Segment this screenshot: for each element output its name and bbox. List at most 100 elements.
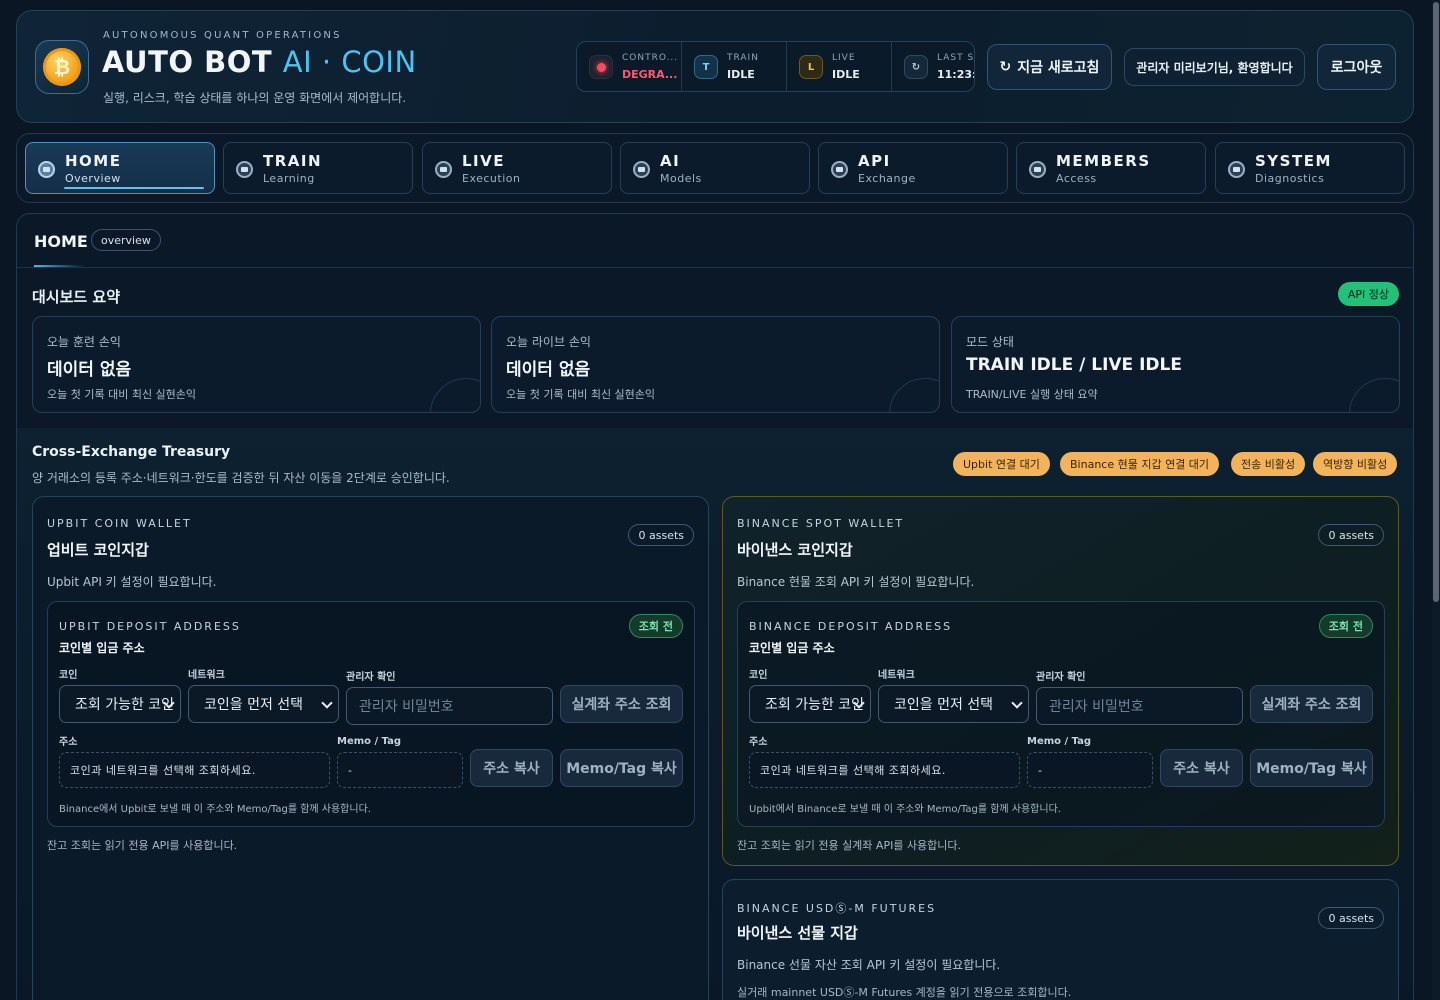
lookup-state-badge: 조회 전 (1318, 614, 1373, 638)
network-select-value: 코인을 먼저 선택 (204, 697, 304, 713)
logout-button[interactable]: 로그아웃 (1317, 44, 1396, 90)
tab-home[interactable]: HOME Overview (25, 142, 215, 194)
deposit-title: 코인별 입금 주소 (59, 641, 145, 655)
deposit-title: 코인별 입금 주소 (749, 641, 835, 655)
card-decoration (430, 378, 480, 412)
tab-api[interactable]: API Exchange (818, 142, 1008, 194)
system-gear-icon (1228, 161, 1245, 178)
wallet-note-secondary: 실거래 mainnet USDⓈ-M Futures 계정을 읽기 전용으로 조… (737, 986, 1072, 999)
memo-label: Memo / Tag (1027, 736, 1092, 747)
deposit-kicker: BINANCE DEPOSIT ADDRESS (749, 620, 953, 633)
tab-subtitle: Models (660, 172, 702, 185)
main-panel: HOME overview 대시보드 요약 API 정상 오늘 훈련 손익 데이… (16, 213, 1414, 1000)
chevron-down-icon (1011, 697, 1023, 709)
api-icon (831, 161, 848, 178)
page-pill: overview (91, 229, 161, 251)
deposit-kicker: UPBIT DEPOSIT ADDRESS (59, 620, 241, 633)
memo-field: - (337, 752, 463, 788)
copy-memo-button[interactable]: Memo/Tag 복사 (1250, 749, 1373, 787)
status-tag: 역방향 비활성 (1313, 452, 1398, 476)
summary-card-train-pnl: 오늘 훈련 손익 데이터 없음 오늘 첫 기록 대비 최신 실현손익 (32, 316, 481, 413)
assets-badge: 0 assets (1318, 524, 1384, 546)
memo-label: Memo / Tag (337, 736, 402, 747)
summary-card-live-pnl: 오늘 라이브 손익 데이터 없음 오늘 첫 기록 대비 최신 실현손익 (491, 316, 940, 413)
card-value: 데이터 없음 (47, 360, 132, 380)
status-label: CONTRO... (622, 53, 679, 63)
copy-memo-button[interactable]: Memo/Tag 복사 (560, 749, 683, 787)
header-eyebrow: AUTONOMOUS QUANT OPERATIONS (103, 30, 342, 41)
card-value: TRAIN IDLE / LIVE IDLE (966, 355, 1182, 375)
tab-title: MEMBERS (1056, 152, 1151, 170)
main-nav: HOME Overview TRAIN Learning LIVE Execut… (16, 133, 1414, 203)
tab-system[interactable]: SYSTEM Diagnostics (1215, 142, 1405, 194)
binance-deposit-box: BINANCE DEPOSIT ADDRESS 코인별 입금 주소 조회 전 코… (737, 601, 1385, 827)
wallet-note: Binance 선물 자산 조회 API 키 설정이 필요합니다. (737, 958, 1001, 972)
tab-train[interactable]: TRAIN Learning (223, 142, 413, 194)
deposit-note: Binance에서 Upbit로 보낼 때 이 주소와 Memo/Tag를 함께… (59, 804, 371, 815)
copy-address-button[interactable]: 주소 복사 (470, 749, 553, 787)
network-label: 네트워크 (878, 670, 915, 681)
status-tag: 전송 비활성 (1231, 452, 1306, 476)
admin-password-input[interactable]: 관리자 비밀번호 (1036, 687, 1243, 725)
wallet-footer: 잔고 조회는 읽기 전용 실계좌 API를 사용합니다. (737, 839, 962, 852)
lookup-state-badge: 조회 전 (628, 614, 683, 638)
coin-select[interactable]: 조회 가능한 코인 (59, 685, 181, 723)
page-scrollbar[interactable] (1432, 0, 1440, 1000)
lookup-address-button[interactable]: 실계좌 주소 조회 (560, 685, 683, 723)
card-label: 오늘 라이브 손익 (506, 335, 591, 349)
chevron-down-icon (321, 697, 333, 709)
wallet-title: 업비트 코인지갑 (47, 541, 149, 559)
network-select-value: 코인을 먼저 선택 (894, 697, 994, 713)
network-select[interactable]: 코인을 먼저 선택 (188, 685, 339, 723)
status-control: CONTRO... DEGRA... (577, 42, 682, 91)
bitcoin-coin-icon: ₿ (43, 48, 81, 86)
memo-field: - (1027, 752, 1153, 788)
admin-password-input[interactable]: 관리자 비밀번호 (346, 687, 553, 725)
lookup-address-button[interactable]: 실계좌 주소 조회 (1250, 685, 1373, 723)
refresh-label: 지금 새로고침 (1017, 60, 1100, 76)
refresh-button[interactable]: ↻ 지금 새로고침 (987, 44, 1112, 90)
tab-title: AI (660, 152, 681, 170)
app-title: AUTO BOT AI · COIN (102, 45, 417, 79)
upbit-deposit-box: UPBIT DEPOSIT ADDRESS 코인별 입금 주소 조회 전 코인 … (47, 601, 695, 827)
wallet-footer: 잔고 조회는 읽기 전용 API를 사용합니다. (47, 839, 238, 852)
tab-ai[interactable]: AI Models (620, 142, 810, 194)
app-logo: ₿ (35, 40, 89, 94)
wallet-title: 바이낸스 코인지갑 (737, 541, 853, 559)
coin-select[interactable]: 조회 가능한 코인 (749, 685, 871, 723)
status-tag: Binance 현물 지갑 연결 대기 (1060, 452, 1220, 476)
network-label: 네트워크 (188, 670, 225, 681)
treasury-title: Cross-Exchange Treasury (32, 444, 231, 460)
treasury-subtitle: 양 거래소의 등록 주소·네트워크·한도를 검증한 뒤 자산 이동을 2단계로 … (32, 471, 450, 485)
wallet-kicker: UPBIT COIN WALLET (47, 517, 192, 530)
card-label: 오늘 훈련 손익 (47, 335, 121, 349)
status-tag: Upbit 연결 대기 (953, 452, 1050, 476)
wallet-note: Upbit API 키 설정이 필요합니다. (47, 575, 217, 589)
card-value: 데이터 없음 (506, 360, 591, 380)
copy-address-button[interactable]: 주소 복사 (1160, 749, 1243, 787)
tab-subtitle: Execution (462, 172, 521, 185)
admin-profile-button[interactable]: 관리자 미리보기님, 환영합니다 (1124, 48, 1305, 86)
network-select[interactable]: 코인을 먼저 선택 (878, 685, 1029, 723)
binance-futures-panel: BINANCE USDⓈ-M FUTURES 바이낸스 선물 지갑 0 asse… (722, 879, 1399, 1000)
tab-members[interactable]: MEMBERS Access (1016, 142, 1206, 194)
live-badge-icon: L (799, 55, 823, 79)
wallet-title: 바이낸스 선물 지갑 (737, 924, 858, 942)
card-decoration (889, 378, 939, 412)
wallet-note: Binance 현물 조회 API 키 설정이 필요합니다. (737, 575, 975, 589)
tab-title: TRAIN (263, 152, 323, 170)
admin-check-label: 관리자 확인 (346, 672, 396, 683)
status-live: L LIVE IDLE (787, 42, 892, 91)
treasury-section: Cross-Exchange Treasury 양 거래소의 등록 주소·네트워… (17, 428, 1413, 1000)
members-icon (1029, 161, 1046, 178)
main-header: HOME overview (17, 214, 1413, 268)
coin-label: 코인 (749, 670, 768, 681)
tab-live[interactable]: LIVE Execution (422, 142, 612, 194)
card-decoration (1349, 378, 1399, 412)
tab-title: HOME (65, 152, 122, 170)
card-sub: 오늘 첫 기록 대비 최신 실현손익 (506, 388, 656, 401)
ai-icon (633, 161, 650, 178)
sync-icon: ↻ (904, 55, 928, 79)
scrollbar-thumb[interactable] (1433, 2, 1439, 602)
status-label: LAST SY (937, 53, 975, 63)
